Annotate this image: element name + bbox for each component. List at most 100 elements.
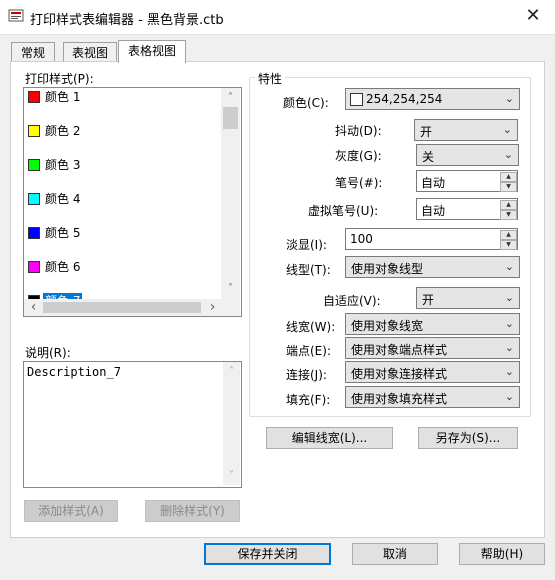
tab-form-view[interactable]: 表格视图 xyxy=(118,40,186,63)
screening-label: 淡显(I): xyxy=(286,238,327,252)
adaptive-select[interactable]: 开 ⌄ xyxy=(416,287,520,309)
screening-spinner[interactable]: 100 ▲ ▼ xyxy=(345,228,518,250)
color-label: 颜色(C): xyxy=(283,96,329,110)
save-and-close-button[interactable]: 保存并关闭 xyxy=(204,543,331,565)
endstyle-label: 端点(E): xyxy=(286,344,331,358)
scrollbar-thumb[interactable] xyxy=(223,107,238,129)
delete-style-button[interactable]: 删除样式(Y) xyxy=(145,500,240,522)
scroll-right-icon[interactable]: › xyxy=(204,299,221,316)
grayscale-value: 关 xyxy=(422,150,435,164)
spin-down-icon[interactable]: ▼ xyxy=(500,210,517,220)
description-text: Description_7 xyxy=(27,365,121,379)
spin-up-icon[interactable]: ▲ xyxy=(500,230,517,240)
description-scroll-up-icon[interactable]: ˄ xyxy=(223,363,240,380)
chevron-down-icon: ⌄ xyxy=(502,123,512,136)
window-title: 打印样式表编辑器 - 黑色背景.ctb xyxy=(30,13,224,28)
pen-number-spinner[interactable]: 自动 ▲ ▼ xyxy=(416,170,518,192)
chevron-down-icon: ⌄ xyxy=(504,341,514,354)
pen-value: 自动 xyxy=(421,176,446,190)
description-label: 说明(R): xyxy=(25,346,71,360)
grayscale-label: 灰度(G): xyxy=(335,149,382,163)
color-swatch xyxy=(28,193,40,205)
fillstyle-value: 使用对象填充样式 xyxy=(351,392,448,406)
spin-down-icon[interactable]: ▼ xyxy=(500,240,517,250)
fillstyle-select[interactable]: 使用对象填充样式 ⌄ xyxy=(345,386,520,408)
endstyle-value: 使用对象端点样式 xyxy=(351,343,448,357)
tab-general[interactable]: 常规 xyxy=(11,42,55,63)
close-icon[interactable]: ✕ xyxy=(518,4,548,28)
description-textarea[interactable]: Description_7 ˄ ˅ xyxy=(23,361,242,488)
color-swatch xyxy=(28,159,40,171)
style-name: 颜色 2 xyxy=(45,124,81,138)
pen-label: 笔号(#): xyxy=(335,176,383,190)
color-swatch xyxy=(28,261,40,273)
lineweight-select[interactable]: 使用对象线宽 ⌄ xyxy=(345,313,520,335)
fillstyle-label: 填充(F): xyxy=(286,393,331,407)
linetype-value: 使用对象线型 xyxy=(351,262,424,276)
virtual-pen-spinner[interactable]: 自动 ▲ ▼ xyxy=(416,198,518,220)
virtual-pen-label: 虚拟笔号(U): xyxy=(308,204,379,218)
scroll-left-icon[interactable]: ‹ xyxy=(25,299,42,316)
lineweight-value: 使用对象线宽 xyxy=(351,319,424,333)
description-scrollbar[interactable]: ˄ ˅ xyxy=(223,362,240,485)
list-item[interactable]: 颜色 2 xyxy=(24,123,221,140)
joinstyle-select[interactable]: 使用对象连接样式 ⌄ xyxy=(345,361,520,383)
scroll-down-icon[interactable]: ˅ xyxy=(222,280,239,297)
adaptive-label: 自适应(V): xyxy=(323,294,381,308)
chevron-down-icon: ⌄ xyxy=(504,260,514,273)
tab-table-view[interactable]: 表视图 xyxy=(63,42,117,63)
spin-up-icon[interactable]: ▲ xyxy=(500,200,517,210)
virtual-pen-value: 自动 xyxy=(421,204,446,218)
style-name: 颜色 4 xyxy=(45,192,81,206)
color-swatch xyxy=(28,227,40,239)
horizontal-scrollbar[interactable]: ‹ › xyxy=(24,299,240,316)
style-name: 颜色 1 xyxy=(45,90,81,104)
list-item[interactable]: 颜色 1 xyxy=(24,89,221,106)
list-item[interactable]: 颜色 6 xyxy=(24,259,221,276)
style-name: 颜色 3 xyxy=(45,158,81,172)
plot-style-app-icon xyxy=(8,9,24,22)
edit-lineweights-button[interactable]: 编辑线宽(L)... xyxy=(266,427,393,449)
style-name: 颜色 5 xyxy=(45,226,81,240)
spin-down-icon[interactable]: ▼ xyxy=(500,182,517,192)
save-as-button[interactable]: 另存为(S)... xyxy=(418,427,518,449)
scroll-up-icon[interactable]: ˄ xyxy=(222,89,239,106)
grayscale-select[interactable]: 关 ⌄ xyxy=(416,144,519,166)
style-name: 颜色 6 xyxy=(45,260,81,274)
description-scroll-down-icon[interactable]: ˅ xyxy=(223,467,240,484)
color-swatch xyxy=(28,125,40,137)
lineweight-label: 线宽(W): xyxy=(286,320,336,334)
screening-value: 100 xyxy=(350,232,373,246)
chevron-down-icon: ⌄ xyxy=(504,317,514,330)
list-item[interactable]: 颜色 3 xyxy=(24,157,221,174)
cancel-button[interactable]: 取消 xyxy=(352,543,438,565)
chevron-down-icon: ⌄ xyxy=(504,92,514,105)
chevron-down-icon: ⌄ xyxy=(504,390,514,403)
dither-label: 抖动(D): xyxy=(335,124,382,138)
add-style-button[interactable]: 添加样式(A) xyxy=(24,500,118,522)
color-select[interactable]: 254,254,254 ⌄ xyxy=(345,88,520,110)
color-value: 254,254,254 xyxy=(366,92,443,106)
linetype-select[interactable]: 使用对象线型 ⌄ xyxy=(345,256,520,278)
color-swatch xyxy=(28,91,40,103)
endstyle-select[interactable]: 使用对象端点样式 ⌄ xyxy=(345,337,520,359)
chevron-down-icon: ⌄ xyxy=(504,291,514,304)
dither-select[interactable]: 开 ⌄ xyxy=(414,119,518,141)
plot-styles-label: 打印样式(P): xyxy=(25,72,94,86)
linetype-label: 线型(T): xyxy=(286,263,331,277)
joinstyle-label: 连接(J): xyxy=(286,368,327,382)
horizontal-scrollbar-thumb[interactable] xyxy=(43,302,201,313)
vertical-scrollbar[interactable]: ˄ ˅ xyxy=(221,88,240,299)
plot-styles-list[interactable]: 颜色 1颜色 2颜色 3颜色 4颜色 5颜色 6颜色 7颜色 8颜色 9颜色 1… xyxy=(23,87,242,317)
list-item[interactable]: 颜色 4 xyxy=(24,191,221,208)
adaptive-value: 开 xyxy=(422,293,435,307)
dither-value: 开 xyxy=(420,125,433,139)
list-item[interactable]: 颜色 5 xyxy=(24,225,221,242)
spin-up-icon[interactable]: ▲ xyxy=(500,172,517,182)
color-swatch xyxy=(350,93,363,106)
title-bar: 打印样式表编辑器 - 黑色背景.ctb ✕ xyxy=(0,0,555,35)
chevron-down-icon: ⌄ xyxy=(504,365,514,378)
properties-group-label: 特性 xyxy=(255,70,286,87)
help-button[interactable]: 帮助(H) xyxy=(459,543,545,565)
chevron-down-icon: ⌄ xyxy=(503,148,513,161)
